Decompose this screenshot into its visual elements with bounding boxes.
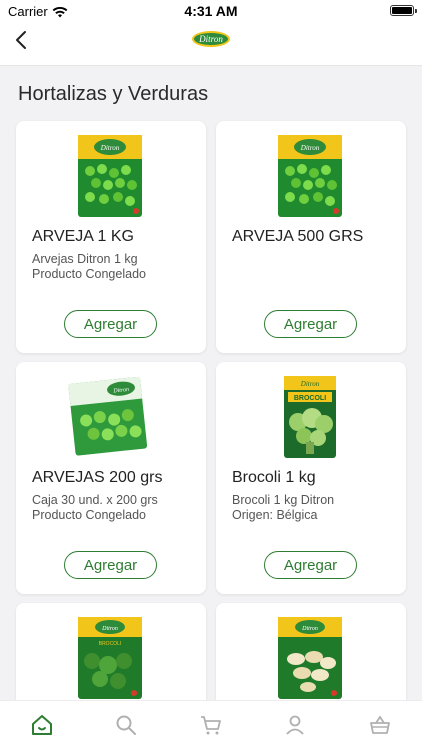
product-image: Ditron	[278, 135, 342, 217]
product-name: ARVEJA 500 GRS	[232, 228, 364, 245]
product-name: Brocoli 1 kg	[232, 469, 316, 486]
nav-bar: Ditron	[0, 22, 422, 66]
product-card[interactable]: Ditron BROCOLI	[16, 603, 206, 700]
product-desc-line: Producto Congelado	[32, 267, 146, 281]
product-card[interactable]: Ditron	[216, 603, 406, 700]
home-icon[interactable]	[30, 713, 54, 737]
product-card[interactable]: Ditron ARVEJA 1 KG Arvejas Ditron 1 kg P…	[16, 121, 206, 353]
status-time: 4:31 AM	[184, 3, 238, 19]
product-name: ARVEJA 1 KG	[32, 228, 134, 245]
logo-text: Ditron	[198, 34, 223, 44]
section-title: Hortalizas y Verduras	[18, 83, 209, 105]
status-bar: Carrier 4:31 AM	[0, 0, 422, 22]
battery-icon	[390, 5, 417, 16]
svg-text:Ditron: Ditron	[100, 144, 120, 152]
svg-text:BROCOLI: BROCOLI	[99, 641, 122, 647]
product-description: Arvejas Ditron 1 kg Producto Congelado	[32, 252, 146, 282]
svg-text:Ditron: Ditron	[300, 144, 320, 152]
back-icon[interactable]	[10, 28, 34, 52]
ditron-logo: Ditron	[192, 31, 230, 47]
search-icon[interactable]	[114, 713, 138, 737]
product-image: Ditron	[278, 617, 342, 699]
svg-text:BROCOLI: BROCOLI	[294, 395, 326, 402]
product-name: ARVEJAS 200 grs	[32, 469, 163, 486]
product-desc-line: Arvejas Ditron 1 kg	[32, 252, 138, 266]
product-desc-line: Caja 30 und. x 200 grs	[32, 493, 158, 507]
svg-text:Ditron: Ditron	[101, 626, 118, 632]
product-desc-line: Brocoli 1 kg Ditron	[232, 493, 335, 507]
product-image: Ditron	[78, 135, 142, 217]
product-card[interactable]: Ditron BROCOLI Brocoli 1 kg Brocoli 1 kg…	[216, 362, 406, 594]
add-to-cart-button[interactable]: Agregar	[64, 551, 157, 579]
product-image: Ditron BROCOLI	[284, 376, 336, 458]
user-icon[interactable]	[283, 713, 307, 737]
svg-text:Ditron: Ditron	[301, 626, 318, 632]
product-description: Caja 30 und. x 200 grs Producto Congelad…	[32, 493, 158, 523]
add-to-cart-button[interactable]: Agregar	[64, 310, 157, 338]
product-desc-line: Origen: Bélgica	[232, 508, 318, 522]
cart-icon[interactable]	[199, 713, 223, 737]
product-image: Ditron	[68, 376, 148, 456]
product-card[interactable]: Ditron ARVEJAS 200 grs Caja 30 und. x 20…	[16, 362, 206, 594]
content-area[interactable]: Hortalizas y Verduras Ditron ARVEJA 1 KG…	[0, 66, 422, 700]
svg-text:Ditron: Ditron	[300, 380, 320, 388]
product-image: Ditron BROCOLI	[78, 617, 142, 699]
add-to-cart-button[interactable]: Agregar	[264, 310, 357, 338]
add-to-cart-button[interactable]: Agregar	[264, 551, 357, 579]
tab-bar	[0, 700, 422, 750]
product-desc-line: Producto Congelado	[32, 508, 146, 522]
product-description: Brocoli 1 kg Ditron Origen: Bélgica	[232, 493, 334, 523]
product-card[interactable]: Ditron ARVEJA 500 GRS Agregar	[216, 121, 406, 353]
basket-icon[interactable]	[368, 713, 392, 737]
